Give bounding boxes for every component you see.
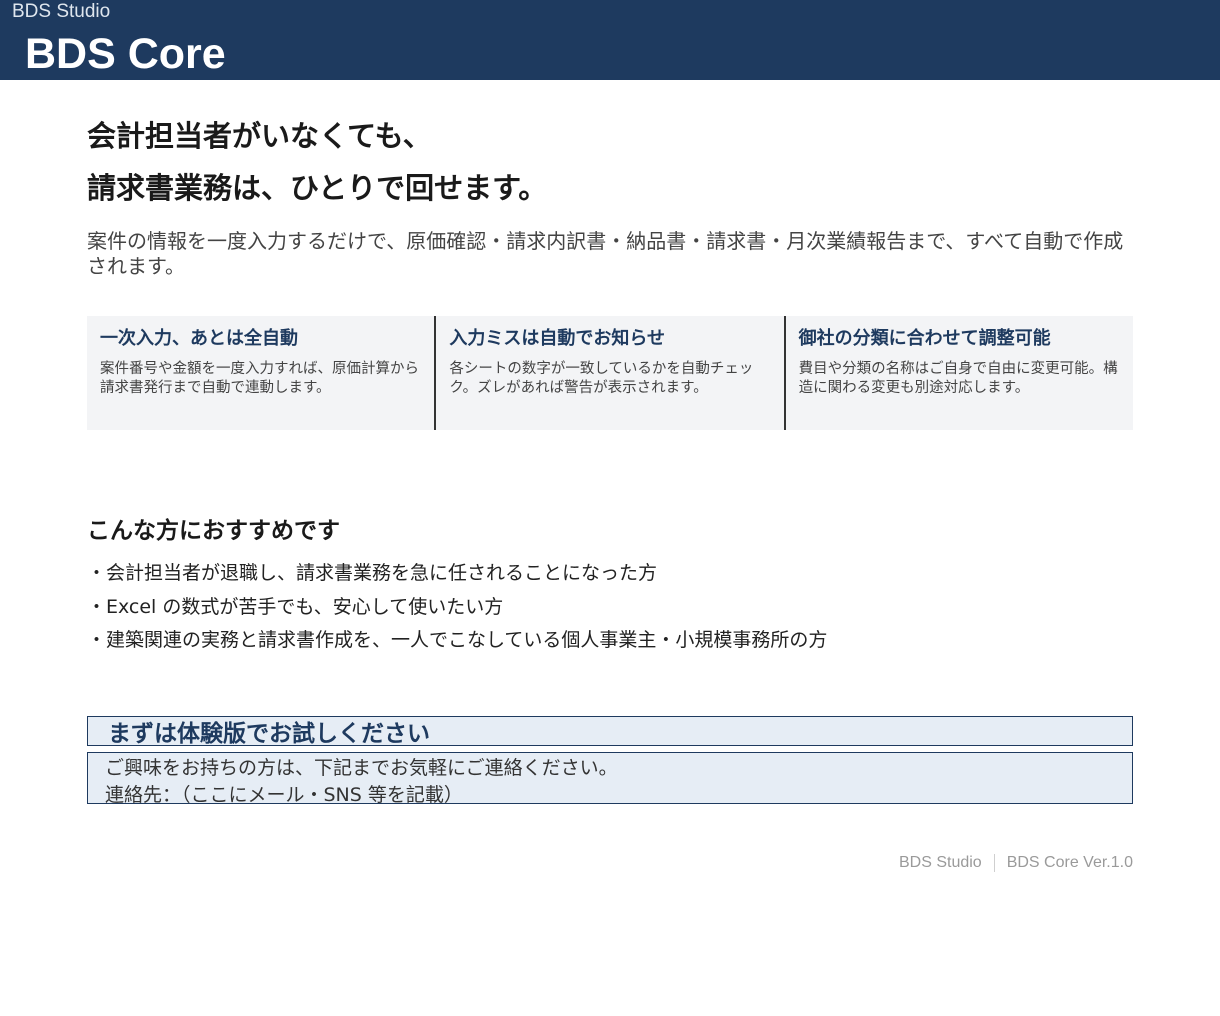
page-header: BDS Studio BDS Core [0, 0, 1220, 80]
feature-panels: 一次入力、あとは全自動 案件番号や金額を一度入力すれば、原価計算から請求書発行ま… [87, 316, 1133, 430]
footer: BDS Studio BDS Core Ver.1.0 [899, 854, 1133, 872]
feature-text: 案件番号や金額を一度入力すれば、原価計算から請求書発行まで自動で連動します。 [100, 361, 419, 396]
feature-text: 各シートの数字が一致しているかを自動チェック。ズレがあれば警告が表示されます。 [449, 361, 754, 396]
list-item: ・Excel の数式が苦手でも、安心して使いたい方 [87, 595, 504, 618]
cta-body-box: ご興味をお持ちの方は、下記までお気軽にご連絡ください。 連絡先：（ここにメール・… [87, 752, 1133, 806]
lead-text: 案件の情報を一度入力するだけで、原価確認・請求内訳書・納品書・請求書・月次業績報… [87, 229, 1124, 278]
cta-message: ご興味をお持ちの方は、下記までお気軽にご連絡ください。 [105, 757, 618, 779]
footer-studio: BDS Studio [898, 854, 982, 871]
feature-card: 入力ミスは自動でお知らせ 各シートの数字が一致しているかを自動チェック。ズレがあ… [436, 316, 786, 430]
list-item: ・建築関連の実務と請求書作成を、一人でこなしている個人事業主・小規模事務所の方 [87, 629, 828, 651]
feature-title: 御社の分類に合わせて調整可能 [798, 328, 1051, 349]
headline-line-2: 請求書業務は、ひとりで回せます。 [87, 171, 548, 205]
headline-line-1: 会計担当者がいなくても、 [87, 119, 432, 153]
footer-version: BDS Core Ver.1.0 [1006, 854, 1133, 871]
recommend-list: ・会計担当者が退職し、請求書業務を急に任されることになった方 ・Excel の数… [87, 557, 827, 658]
product-title: BDS Core [25, 30, 226, 78]
recommend-title: こんな方におすすめです [87, 518, 340, 544]
studio-name: BDS Studio [12, 1, 111, 22]
feature-card: 一次入力、あとは全自動 案件番号や金額を一度入力すれば、原価計算から請求書発行ま… [87, 316, 437, 430]
cta-title-box: まずは体験版でお試しください [87, 716, 1133, 747]
cta-title: まずは体験版でお試しください [108, 721, 430, 747]
feature-card: 御社の分類に合わせて調整可能 費目や分類の名称はご自身で自由に変更可能。構造に関… [786, 316, 1133, 430]
list-item: ・会計担当者が退職し、請求書業務を急に任されることになった方 [87, 562, 658, 584]
feature-title: 一次入力、あとは全自動 [100, 328, 298, 349]
footer-divider [993, 854, 995, 872]
feature-title: 入力ミスは自動でお知らせ [449, 328, 665, 349]
contact-info: 連絡先：（ここにメール・SNS 等を記載） [105, 784, 463, 806]
feature-text: 費目や分類の名称はご自身で自由に変更可能。構造に関わる変更も別途対応します。 [798, 361, 1118, 396]
